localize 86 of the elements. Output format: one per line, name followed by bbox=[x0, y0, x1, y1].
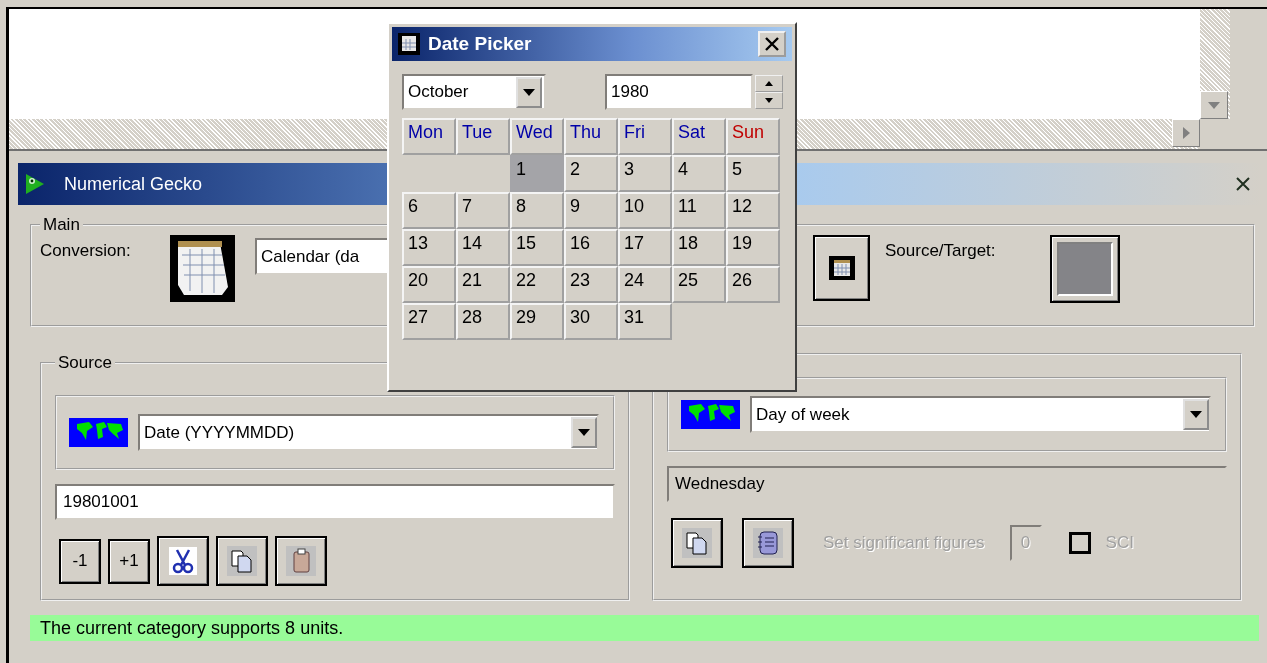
day-cell[interactable]: 2 bbox=[564, 155, 618, 192]
day-cell[interactable]: 12 bbox=[726, 192, 780, 229]
dialog-title: Date Picker bbox=[428, 33, 533, 55]
close-button[interactable] bbox=[758, 31, 786, 57]
day-cell[interactable]: 30 bbox=[564, 303, 618, 340]
day-cell[interactable]: 25 bbox=[672, 266, 726, 303]
result-field: Wednesday bbox=[667, 466, 1227, 502]
spin-up-button[interactable] bbox=[755, 75, 783, 92]
day-cell[interactable]: 23 bbox=[564, 266, 618, 303]
day-cell[interactable]: 29 bbox=[510, 303, 564, 340]
calendar-icon bbox=[398, 33, 420, 55]
close-icon bbox=[765, 37, 779, 51]
field-label: Source/Target: bbox=[885, 241, 997, 261]
copy-icon bbox=[227, 546, 257, 576]
swap-button[interactable] bbox=[1050, 235, 1120, 303]
down-arrow-icon bbox=[1208, 101, 1220, 109]
world-map-icon bbox=[681, 400, 740, 429]
month-dropdown[interactable]: October bbox=[402, 74, 546, 110]
swatch bbox=[1057, 242, 1113, 296]
copy-button[interactable] bbox=[671, 518, 723, 568]
day-cell[interactable]: 7 bbox=[456, 192, 510, 229]
day-cell[interactable]: 6 bbox=[402, 192, 456, 229]
world-map-icon bbox=[69, 418, 128, 447]
window-title: Numerical Gecko bbox=[64, 173, 203, 195]
day-cell[interactable]: 20 bbox=[402, 266, 456, 303]
copy-icon bbox=[682, 528, 712, 558]
cut-button[interactable] bbox=[157, 536, 209, 586]
caret-icon bbox=[1190, 411, 1202, 418]
down-arrow-icon bbox=[765, 98, 773, 103]
scroll-right-button[interactable] bbox=[1172, 119, 1200, 147]
unit-dropdown[interactable]: Day of week bbox=[750, 396, 1211, 433]
paste-button[interactable] bbox=[275, 536, 327, 586]
day-cell[interactable]: 31 bbox=[618, 303, 672, 340]
day-cell[interactable]: 1 bbox=[510, 155, 564, 192]
copy-button[interactable] bbox=[216, 536, 268, 586]
weekday-header: Wed bbox=[510, 118, 564, 155]
day-cell[interactable]: 17 bbox=[618, 229, 672, 266]
day-cell[interactable]: 18 bbox=[672, 229, 726, 266]
scroll-down-button[interactable] bbox=[1200, 91, 1228, 119]
caret-icon bbox=[523, 88, 535, 96]
weekday-header: Mon bbox=[402, 118, 456, 155]
notebook-button[interactable] bbox=[742, 518, 794, 568]
day-cell[interactable]: 28 bbox=[456, 303, 510, 340]
day-cell[interactable]: 10 bbox=[618, 192, 672, 229]
day-cell[interactable]: 22 bbox=[510, 266, 564, 303]
gecko-icon bbox=[24, 172, 46, 196]
right-arrow-icon bbox=[1182, 127, 1190, 139]
day-cell[interactable]: 16 bbox=[564, 229, 618, 266]
caret-icon bbox=[578, 429, 590, 436]
step-button[interactable]: -1 bbox=[59, 538, 101, 584]
day-cell[interactable]: 14 bbox=[456, 229, 510, 266]
day-cell[interactable]: 11 bbox=[672, 192, 726, 229]
up-arrow-icon bbox=[765, 81, 773, 86]
day-cell[interactable]: 5 bbox=[726, 155, 780, 192]
spin-down-button[interactable] bbox=[755, 92, 783, 109]
close-icon[interactable] bbox=[1236, 177, 1250, 191]
step-button[interactable]: +1 bbox=[108, 538, 150, 584]
day-cell[interactable]: 15 bbox=[510, 229, 564, 266]
field-label: Conversion: bbox=[40, 241, 132, 261]
day-cell[interactable]: 13 bbox=[402, 229, 456, 266]
group-legend: Main bbox=[40, 215, 83, 235]
weekday-header: Sat bbox=[672, 118, 726, 155]
day-cell[interactable]: 26 bbox=[726, 266, 780, 303]
calendar-icon bbox=[170, 235, 235, 302]
year-spinner[interactable]: 1980 bbox=[605, 74, 753, 110]
group-legend: Source bbox=[55, 353, 115, 373]
notebook-icon bbox=[753, 528, 783, 558]
day-cell[interactable]: 8 bbox=[510, 192, 564, 229]
day-cell[interactable]: 27 bbox=[402, 303, 456, 340]
day-cell[interactable]: 4 bbox=[672, 155, 726, 192]
day-cell[interactable]: 3 bbox=[618, 155, 672, 192]
day-cell[interactable]: 9 bbox=[564, 192, 618, 229]
clipboard-icon bbox=[286, 546, 316, 576]
weekday-header: Tue bbox=[456, 118, 510, 155]
value-input[interactable]: 19801001 bbox=[55, 484, 615, 520]
calendar-button[interactable] bbox=[813, 235, 870, 301]
day-cell[interactable]: 21 bbox=[456, 266, 510, 303]
weekday-header: Sun bbox=[726, 118, 780, 155]
status-bar: The current category supports 8 units. bbox=[30, 615, 1259, 641]
weekday-header: Thu bbox=[564, 118, 618, 155]
day-cell[interactable]: 24 bbox=[618, 266, 672, 303]
day-cell[interactable]: 19 bbox=[726, 229, 780, 266]
calendar-icon bbox=[828, 256, 855, 280]
scissors-icon bbox=[169, 547, 197, 575]
weekday-header: Fri bbox=[618, 118, 672, 155]
unit-dropdown[interactable]: Date (YYYYMMDD) bbox=[138, 414, 599, 451]
